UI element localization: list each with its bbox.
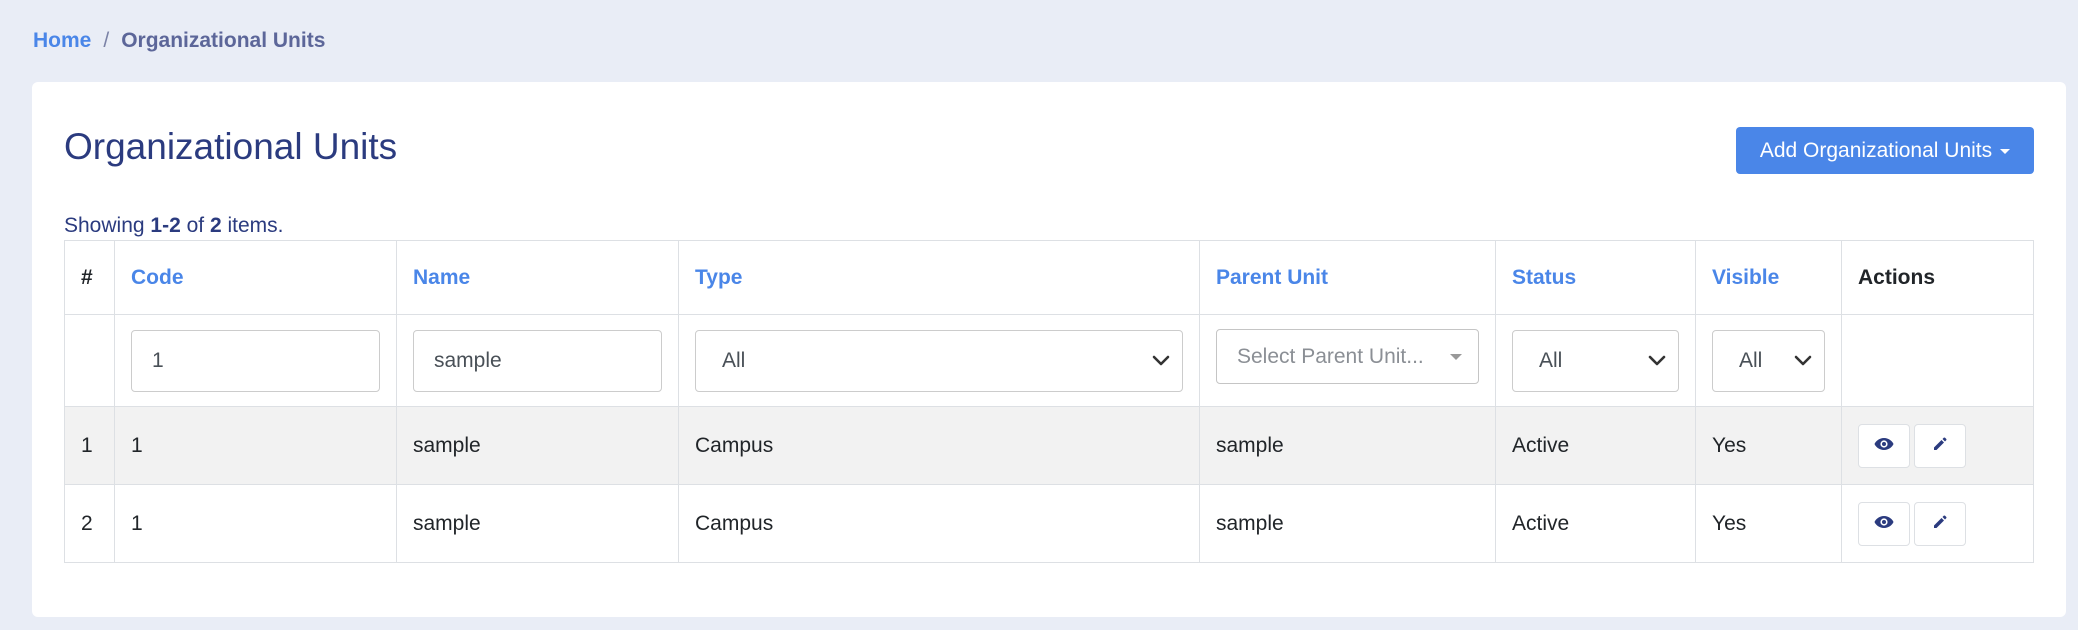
summary-of: of xyxy=(186,214,205,237)
row-visible: Yes xyxy=(1695,406,1842,485)
filter-cell-name xyxy=(396,314,679,407)
filter-cell-code xyxy=(114,314,397,407)
page-title: Organizational Units xyxy=(64,126,398,167)
summary-range: 1-2 xyxy=(150,214,181,237)
summary-prefix: Showing xyxy=(64,214,145,237)
row-status: Active xyxy=(1495,484,1696,563)
breadcrumb-home-link[interactable]: Home xyxy=(33,29,91,53)
dropdown-arrow-icon xyxy=(1450,353,1462,360)
row-name: sample xyxy=(396,484,679,563)
chevron-down-icon xyxy=(1648,355,1666,367)
filter-cell-actions xyxy=(1841,314,2034,407)
visible-filter-value: All xyxy=(1739,348,1763,372)
edit-button[interactable] xyxy=(1914,423,1966,468)
table-row: 2 1 sample Campus sample Active Yes xyxy=(64,484,2034,563)
row-status: Active xyxy=(1495,406,1696,485)
filter-row: All Select Parent Unit... All xyxy=(64,314,2034,407)
row-index: 1 xyxy=(64,406,115,485)
column-header-visible[interactable]: Visible xyxy=(1695,240,1842,315)
filter-cell-status: All xyxy=(1495,314,1696,407)
eye-icon xyxy=(1874,437,1894,454)
summary-suffix: items. xyxy=(227,214,284,237)
column-header-type[interactable]: Type xyxy=(678,240,1200,315)
dropdown-caret-icon xyxy=(2000,149,2011,154)
row-parent-unit: sample xyxy=(1199,484,1496,563)
column-header-name[interactable]: Name xyxy=(396,240,679,315)
type-filter-value: All xyxy=(722,348,746,372)
row-visible: Yes xyxy=(1695,484,1842,563)
column-header-index: # xyxy=(64,240,115,315)
eye-icon xyxy=(1874,515,1894,532)
column-header-status[interactable]: Status xyxy=(1495,240,1696,315)
chevron-down-icon xyxy=(1794,355,1812,367)
pencil-icon xyxy=(1932,436,1948,455)
parent-unit-filter-select[interactable]: Select Parent Unit... xyxy=(1216,329,1479,384)
breadcrumb: Home / Organizational Units xyxy=(33,29,325,53)
filter-cell-type: All xyxy=(678,314,1200,407)
units-card: Organizational Units Add Organizational … xyxy=(32,82,2066,617)
edit-button[interactable] xyxy=(1914,501,1966,546)
row-type: Campus xyxy=(678,406,1200,485)
status-filter-select[interactable]: All xyxy=(1512,329,1679,392)
code-filter-input[interactable] xyxy=(131,329,380,392)
column-header-code[interactable]: Code xyxy=(114,240,397,315)
results-summary: Showing 1-2 of 2 items. xyxy=(64,214,284,238)
column-header-parent-unit[interactable]: Parent Unit xyxy=(1199,240,1496,315)
name-filter-input[interactable] xyxy=(413,329,662,392)
filter-cell-parent-unit: Select Parent Unit... xyxy=(1199,314,1496,407)
row-type: Campus xyxy=(678,484,1200,563)
row-code: 1 xyxy=(114,406,397,485)
table-row: 1 1 sample Campus sample Active Yes xyxy=(64,406,2034,485)
row-index: 2 xyxy=(64,484,115,563)
breadcrumb-separator: / xyxy=(103,29,110,52)
filter-cell-index xyxy=(64,314,115,407)
view-button[interactable] xyxy=(1858,501,1910,546)
breadcrumb-current: Organizational Units xyxy=(121,29,326,52)
view-button[interactable] xyxy=(1858,423,1910,468)
row-parent-unit: sample xyxy=(1199,406,1496,485)
row-actions xyxy=(1841,484,2034,563)
add-organizational-units-button[interactable]: Add Organizational Units xyxy=(1736,127,2034,174)
filter-cell-visible: All xyxy=(1695,314,1842,407)
status-filter-value: All xyxy=(1539,348,1563,372)
chevron-down-icon xyxy=(1152,355,1170,367)
pencil-icon xyxy=(1932,514,1948,533)
parent-unit-placeholder: Select Parent Unit... xyxy=(1237,344,1424,368)
row-name: sample xyxy=(396,406,679,485)
row-code: 1 xyxy=(114,484,397,563)
column-header-actions: Actions xyxy=(1841,240,2034,315)
visible-filter-select[interactable]: All xyxy=(1712,329,1825,392)
add-button-label: Add Organizational Units xyxy=(1759,138,1993,162)
summary-total: 2 xyxy=(209,214,222,237)
row-actions xyxy=(1841,406,2034,485)
type-filter-select[interactable]: All xyxy=(695,329,1183,392)
header-row: # Code Name Type Parent Unit Status Visi… xyxy=(64,240,2034,315)
units-table: # Code Name Type Parent Unit Status Visi… xyxy=(64,240,2034,563)
